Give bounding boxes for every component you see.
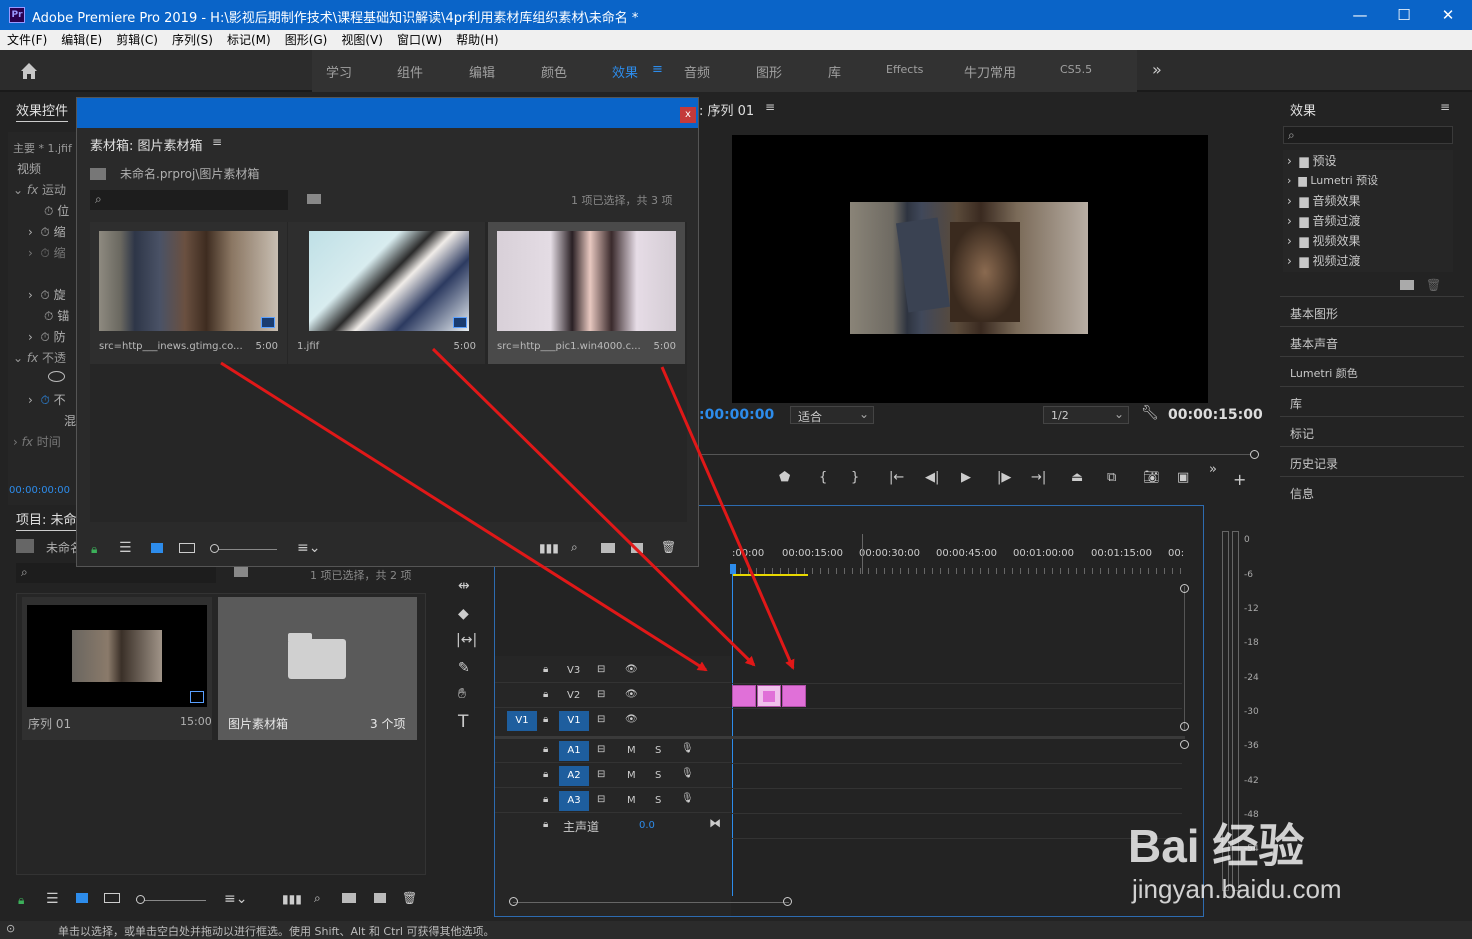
watermark-brand: Bai 经验 <box>1128 820 1305 872</box>
watermark-url: jingyan.baidu.com <box>1132 874 1342 904</box>
status-icon: ⊙ <box>6 922 16 935</box>
arrow-2 <box>431 347 756 667</box>
baidu-watermark: Bai 经验 jingyan.baidu.com <box>1128 790 1428 910</box>
arrow-3 <box>660 366 795 670</box>
status-text: 单击以选择，或单击空白处并拖动以进行框选。使用 Shift、Alt 和 Ctrl… <box>58 925 495 938</box>
arrow-1 <box>220 361 708 672</box>
status-bar: ⊙ 单击以选择，或单击空白处并拖动以进行框选。使用 Shift、Alt 和 Ct… <box>0 921 1472 939</box>
